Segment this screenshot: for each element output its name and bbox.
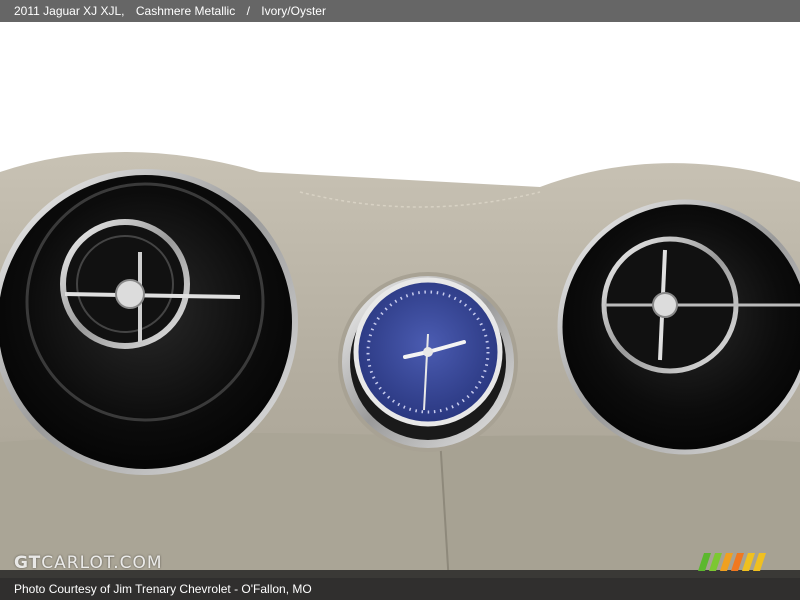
right-air-vent [557,199,800,455]
left-air-vent [0,169,298,475]
photo-credit: Photo Courtesy of Jim Trenary Chevrolet … [14,582,312,596]
color-separator: / [246,4,250,18]
analog-clock [338,272,518,452]
watermark-prefix: GT [14,553,42,573]
exterior-color: Cashmere Metallic [135,4,236,18]
site-watermark: GTCARLOT.COM [14,553,163,573]
photo-credit-bar: Photo Courtesy of Jim Trenary Chevrolet … [0,578,800,600]
dashboard-photo [0,22,800,600]
dashboard-illustration [0,22,800,600]
vehicle-name: 2011 Jaguar XJ XJL, [14,4,125,18]
interior-color: Ivory/Oyster [261,4,326,18]
title-bar: 2011 Jaguar XJ XJL, Cashmere Metallic / … [0,0,800,22]
watermark-rest: CARLOT.COM [41,553,163,573]
brand-stripes-logo [698,553,766,571]
